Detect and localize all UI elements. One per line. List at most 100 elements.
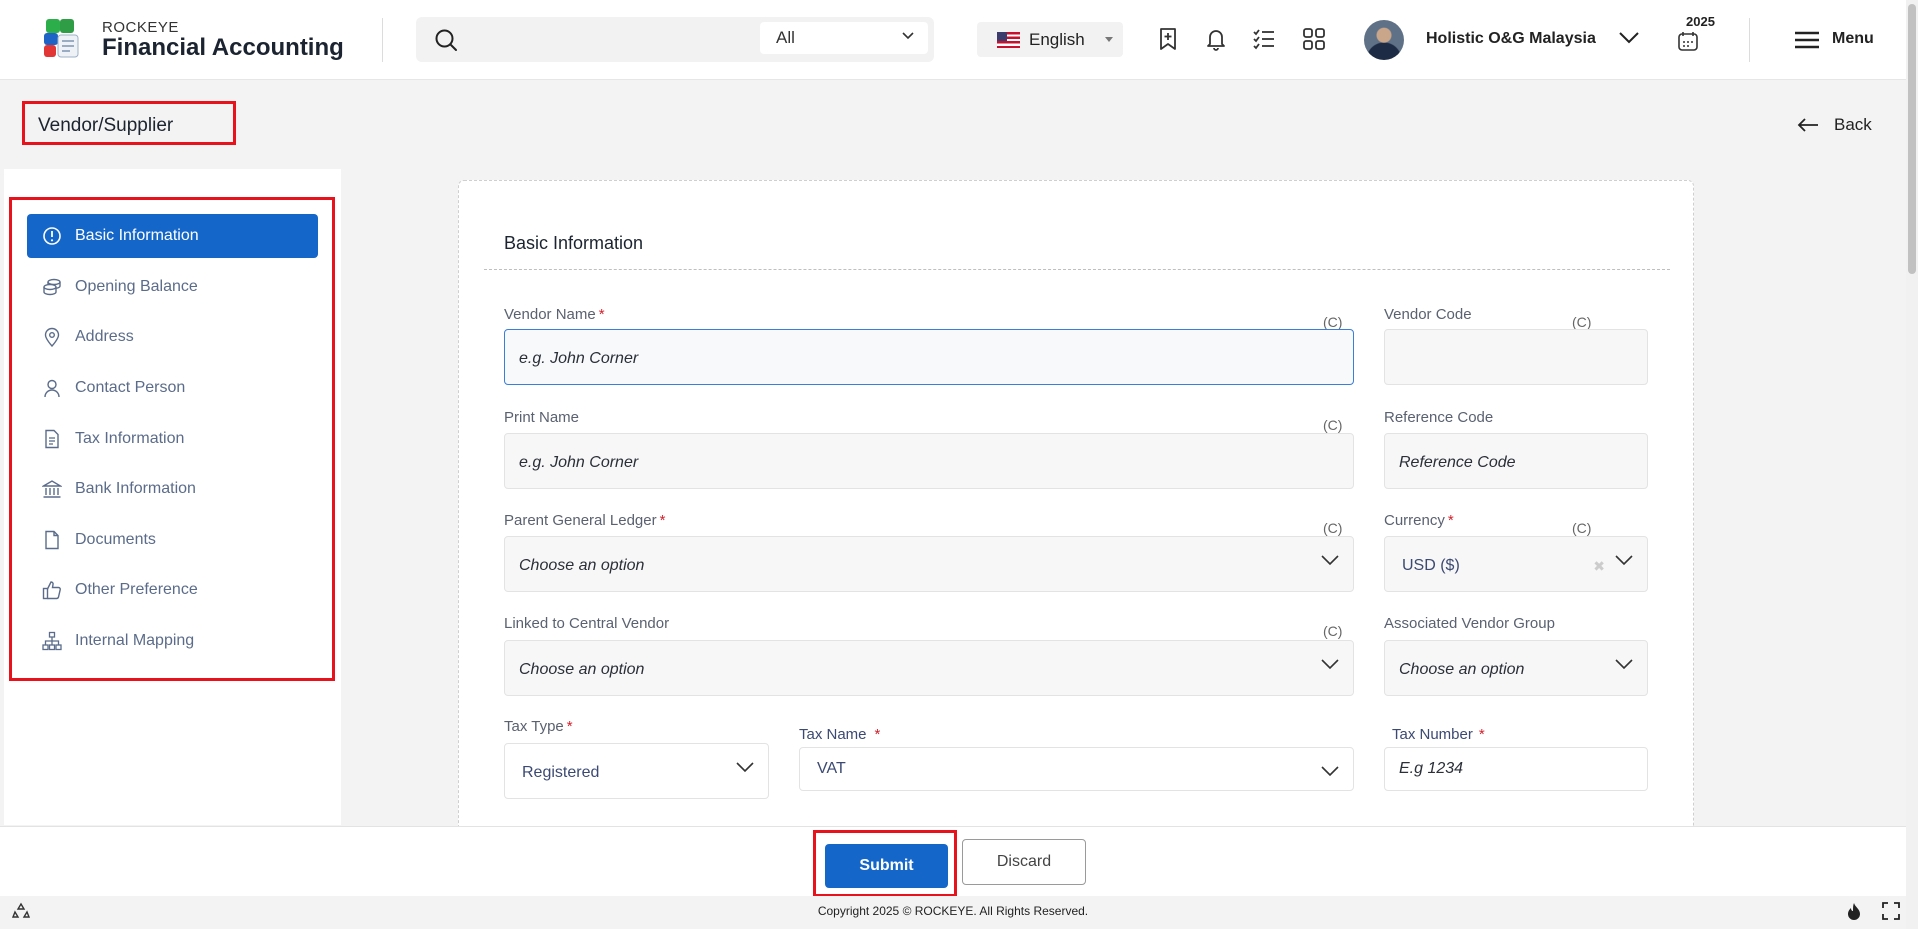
sidebar-item-other-preference[interactable]: Other Preference [27, 568, 318, 612]
basic-information-card: Basic Information Vendor Name * (C) e.g. … [458, 180, 1694, 860]
form-action-bar: Submit Discard [0, 826, 1906, 897]
search-icon[interactable] [434, 28, 458, 52]
checklist-icon[interactable] [1251, 26, 1277, 52]
currency-label-text: Currency [1384, 512, 1445, 529]
sidebar-item-opening-balance[interactable]: Opening Balance [27, 265, 318, 309]
back-button[interactable]: Back [1797, 114, 1877, 136]
menu-label: Menu [1832, 30, 1874, 47]
search-scope-value: All [776, 28, 795, 47]
bank-icon [42, 480, 62, 498]
chevron-down-icon [1321, 555, 1339, 566]
user-avatar[interactable] [1364, 20, 1404, 60]
page-scrollbar[interactable] [1906, 0, 1918, 929]
tax-name-value: VAT [817, 760, 846, 777]
reference-code-input[interactable]: Reference Code [1384, 433, 1648, 489]
vendor-code-input[interactable] [1384, 329, 1648, 385]
required-marker: * [874, 726, 881, 743]
sidebar-item-internal-mapping[interactable]: Internal Mapping [27, 619, 318, 663]
sidebar-item-label: Documents [75, 531, 156, 548]
fullscreen-icon[interactable] [1882, 902, 1900, 920]
tax-name-select[interactable]: VAT [799, 747, 1354, 791]
section-divider [484, 269, 1670, 270]
menu-button[interactable]: Menu [1794, 28, 1884, 52]
sidebar-item-address[interactable]: Address [27, 315, 318, 359]
copy-tag[interactable]: (C) [1323, 623, 1342, 639]
required-marker: * [659, 512, 666, 529]
parent-general-ledger-label: Parent General Ledger * [504, 512, 665, 529]
sidebar-item-contact-person[interactable]: Contact Person [27, 366, 318, 410]
parent-gl-placeholder: Choose an option [519, 557, 645, 574]
file-icon [45, 530, 59, 550]
language-label: English [1029, 30, 1085, 49]
print-name-input[interactable]: e.g. John Corner [504, 433, 1354, 489]
discard-button[interactable]: Discard [962, 839, 1086, 885]
sidebar-item-tax-information[interactable]: Tax Information [27, 417, 318, 461]
tax-type-select[interactable]: Registered [504, 743, 769, 799]
required-marker: * [566, 718, 573, 735]
currency-select[interactable]: USD ($) ✖ [1384, 536, 1648, 592]
apps-grid-icon[interactable] [1301, 26, 1327, 52]
section-sidebar: Basic Information Opening Balance Addres… [4, 169, 341, 825]
sidebar-item-bank-information[interactable]: Bank Information [27, 467, 318, 511]
footer: Copyright 2025 © ROCKEYE. All Rights Res… [0, 896, 1906, 925]
search-scope-select[interactable]: All [760, 22, 928, 54]
copy-tag[interactable]: (C) [1572, 520, 1591, 536]
linked-central-vendor-select[interactable]: Choose an option [504, 640, 1354, 696]
chevron-down-icon [1321, 766, 1339, 777]
copy-tag[interactable]: (C) [1323, 520, 1342, 536]
bookmark-add-icon[interactable] [1155, 26, 1181, 52]
reference-code-placeholder: Reference Code [1399, 454, 1516, 471]
sidebar-item-label: Other Preference [75, 581, 198, 598]
sidebar-item-basic-information[interactable]: Basic Information [27, 214, 318, 258]
vendor-name-placeholder: e.g. John Corner [519, 350, 639, 367]
tax-name-label-text: Tax Name [799, 726, 867, 743]
copy-tag[interactable]: (C) [1572, 314, 1591, 330]
required-marker: * [1447, 512, 1454, 529]
print-name-placeholder: e.g. John Corner [519, 454, 639, 471]
coins-icon [43, 278, 61, 296]
global-search-input[interactable]: All [416, 17, 934, 62]
tax-number-input[interactable]: E.g 1234 [1384, 747, 1648, 791]
chevron-down-icon [902, 32, 914, 40]
currency-value: USD ($) [1402, 557, 1460, 574]
copy-tag[interactable]: (C) [1323, 314, 1342, 330]
map-pin-icon [44, 327, 60, 347]
info-circle-icon [43, 227, 61, 245]
tax-type-label-text: Tax Type [504, 718, 564, 735]
caret-down-icon [1105, 37, 1113, 42]
arrow-left-icon [1797, 118, 1818, 132]
reference-code-label: Reference Code [1384, 409, 1494, 426]
tax-type-label: Tax Type * [504, 718, 573, 735]
associated-vendor-group-label: Associated Vendor Group [1384, 615, 1555, 632]
page-title: Vendor/Supplier [22, 101, 236, 145]
chevron-down-icon [1615, 659, 1633, 670]
tax-number-label: Tax Number * [1392, 726, 1485, 743]
parent-general-ledger-select[interactable]: Choose an option [504, 536, 1354, 592]
document-lines-icon [45, 429, 59, 449]
header-divider [382, 18, 383, 62]
scrollbar-thumb[interactable] [1908, 4, 1916, 274]
print-name-label: Print Name [504, 409, 580, 426]
app-title: Financial Accounting [102, 34, 344, 61]
associated-vendor-group-select[interactable]: Choose an option [1384, 640, 1648, 696]
hierarchy-icon [42, 631, 62, 651]
sidebar-item-label: Tax Information [75, 430, 185, 447]
copy-tag[interactable]: (C) [1323, 417, 1342, 433]
company-name[interactable]: Holistic O&G Malaysia [1426, 30, 1596, 48]
us-flag-icon [997, 32, 1020, 48]
language-select[interactable]: English [977, 22, 1123, 57]
section-title: Basic Information [504, 233, 644, 253]
vendor-name-input[interactable]: e.g. John Corner [504, 329, 1354, 385]
flame-icon[interactable] [1846, 902, 1862, 920]
clear-icon[interactable]: ✖ [1593, 558, 1605, 575]
sidebar-item-label: Internal Mapping [75, 632, 195, 649]
tax-number-label-text: Tax Number [1392, 726, 1473, 743]
sidebar-item-label: Bank Information [75, 480, 196, 497]
sidebar-item-label: Basic Information [75, 227, 199, 244]
sidebar-item-documents[interactable]: Documents [27, 518, 318, 562]
submit-button[interactable]: Submit [825, 844, 948, 888]
bell-icon[interactable] [1203, 26, 1229, 52]
required-marker: * [1478, 726, 1485, 743]
chevron-down-icon[interactable] [1618, 30, 1640, 46]
calendar-icon[interactable] [1677, 30, 1699, 52]
